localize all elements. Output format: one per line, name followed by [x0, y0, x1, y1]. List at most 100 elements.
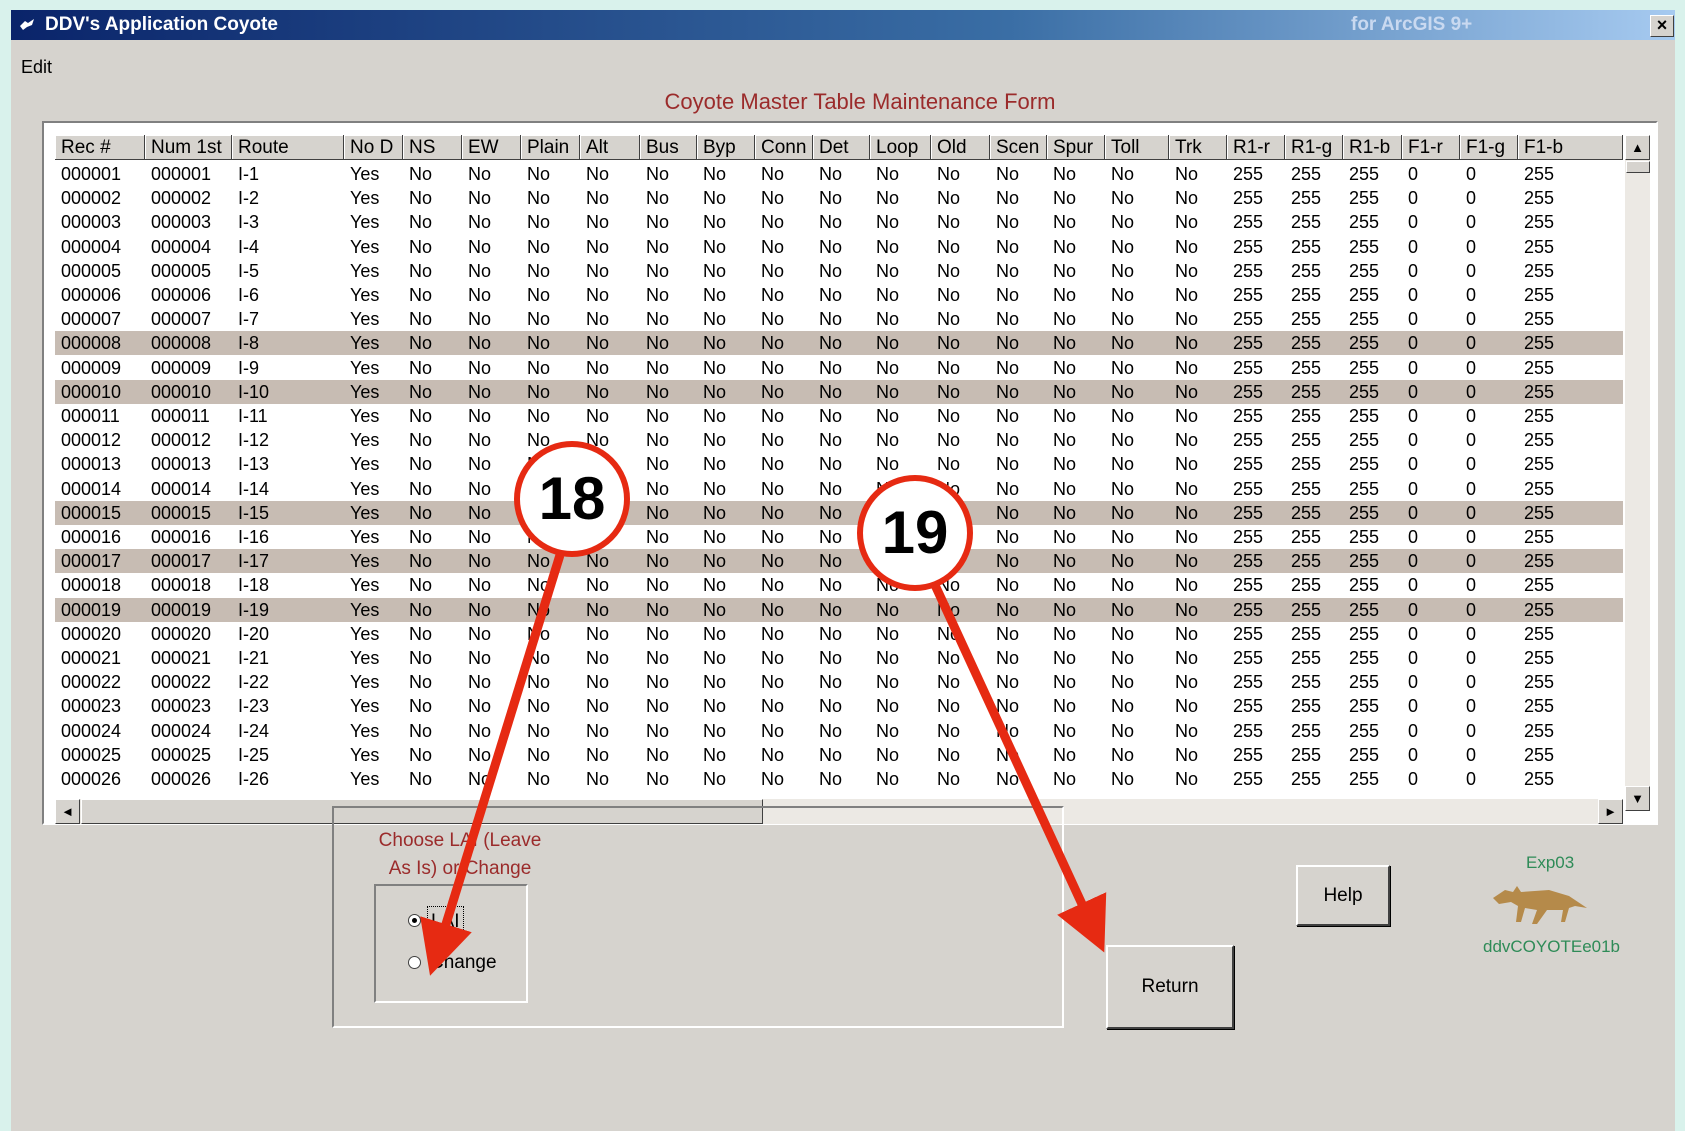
table-cell[interactable]: No — [813, 646, 842, 670]
table-cell[interactable]: No — [521, 356, 550, 380]
table-cell[interactable]: 255 — [1518, 452, 1554, 476]
table-cell[interactable]: No — [1047, 210, 1076, 234]
table-cell[interactable]: No — [640, 573, 669, 597]
table-cell[interactable]: 000016 — [55, 525, 121, 549]
table-cell[interactable]: No — [931, 210, 960, 234]
table-cell[interactable]: No — [813, 477, 842, 501]
table-cell[interactable]: No — [403, 162, 432, 186]
table-cell[interactable]: 255 — [1227, 525, 1263, 549]
table-cell[interactable]: 255 — [1343, 549, 1379, 573]
table-cell[interactable]: Yes — [344, 452, 379, 476]
table-cell[interactable]: 0 — [1460, 162, 1476, 186]
table-cell[interactable]: 255 — [1518, 501, 1554, 525]
table-row[interactable]: 000012 000012 I-12 Yes No No No No No No No No No No N… — [55, 428, 1623, 452]
table-cell[interactable]: 255 — [1285, 549, 1321, 573]
table-cell[interactable]: No — [1105, 549, 1134, 573]
table-cell[interactable]: No — [1169, 428, 1198, 452]
table-cell[interactable]: No — [640, 622, 669, 646]
table-cell[interactable]: No — [403, 573, 432, 597]
table-cell[interactable]: No — [403, 549, 432, 573]
table-cell[interactable]: No — [990, 598, 1019, 622]
table-cell[interactable]: No — [403, 767, 432, 791]
column-header[interactable]: Rec # — [55, 135, 145, 160]
table-cell[interactable]: 000014 — [145, 477, 211, 501]
table-cell[interactable]: 000005 — [55, 259, 121, 283]
table-cell[interactable]: Yes — [344, 525, 379, 549]
table-cell[interactable]: 0 — [1402, 477, 1418, 501]
table-cell[interactable]: No — [813, 670, 842, 694]
table-cell[interactable]: 255 — [1518, 525, 1554, 549]
table-cell[interactable]: No — [1105, 452, 1134, 476]
table-cell[interactable]: 255 — [1343, 356, 1379, 380]
scroll-right-button[interactable]: ► — [1598, 799, 1623, 824]
table-cell[interactable]: No — [640, 356, 669, 380]
table-cell[interactable]: No — [403, 477, 432, 501]
table-cell[interactable]: No — [462, 380, 491, 404]
table-cell[interactable]: 255 — [1285, 380, 1321, 404]
column-header[interactable]: Byp — [697, 135, 755, 160]
table-cell[interactable]: 255 — [1227, 186, 1263, 210]
table-cell[interactable]: No — [1047, 719, 1076, 743]
table-cell[interactable]: 0 — [1402, 525, 1418, 549]
table-cell[interactable]: 255 — [1518, 210, 1554, 234]
table-cell[interactable]: No — [403, 307, 432, 331]
table-cell[interactable]: 255 — [1285, 525, 1321, 549]
table-cell[interactable]: I-20 — [232, 622, 269, 646]
table-row[interactable]: 000006 000006 I-6 Yes No No No No No No No No No No No… — [55, 283, 1623, 307]
table-cell[interactable]: No — [931, 622, 960, 646]
table-cell[interactable]: No — [813, 404, 842, 428]
table-cell[interactable]: No — [1169, 525, 1198, 549]
table-cell[interactable]: 255 — [1227, 477, 1263, 501]
table-cell[interactable]: No — [1169, 380, 1198, 404]
table-cell[interactable]: No — [1047, 694, 1076, 718]
table-cell[interactable]: No — [580, 743, 609, 767]
table-cell[interactable]: 255 — [1343, 162, 1379, 186]
table-cell[interactable]: No — [1105, 598, 1134, 622]
table-cell[interactable]: Yes — [344, 356, 379, 380]
table-cell[interactable]: No — [403, 235, 432, 259]
table-cell[interactable]: 255 — [1285, 428, 1321, 452]
table-cell[interactable]: 255 — [1518, 162, 1554, 186]
table-cell[interactable]: No — [1169, 573, 1198, 597]
table-cell[interactable]: 255 — [1343, 525, 1379, 549]
table-cell[interactable]: 255 — [1518, 549, 1554, 573]
table-cell[interactable]: No — [813, 210, 842, 234]
column-header[interactable]: Scen — [990, 135, 1047, 160]
table-cell[interactable]: 000015 — [55, 501, 121, 525]
table-cell[interactable]: No — [1169, 283, 1198, 307]
table-cell[interactable]: No — [403, 719, 432, 743]
column-header[interactable]: Num 1st — [145, 135, 232, 160]
table-cell[interactable]: No — [990, 428, 1019, 452]
table-cell[interactable]: No — [1047, 743, 1076, 767]
table-cell[interactable]: 255 — [1518, 380, 1554, 404]
table-cell[interactable]: No — [580, 598, 609, 622]
table-cell[interactable]: 000007 — [55, 307, 121, 331]
table-cell[interactable]: No — [990, 380, 1019, 404]
table-cell[interactable]: No — [931, 404, 960, 428]
table-cell[interactable]: No — [990, 767, 1019, 791]
table-cell[interactable]: No — [1105, 743, 1134, 767]
table-cell[interactable]: 255 — [1227, 501, 1263, 525]
table-cell[interactable]: No — [521, 767, 550, 791]
table-cell[interactable]: 0 — [1402, 356, 1418, 380]
table-cell[interactable]: No — [1105, 331, 1134, 355]
column-header[interactable]: Conn — [755, 135, 813, 160]
table-cell[interactable]: No — [1105, 235, 1134, 259]
table-cell[interactable]: 000011 — [55, 404, 120, 428]
table-cell[interactable]: No — [931, 743, 960, 767]
table-cell[interactable]: 255 — [1285, 598, 1321, 622]
table-cell[interactable]: 255 — [1343, 452, 1379, 476]
table-cell[interactable]: No — [640, 477, 669, 501]
table-cell[interactable]: No — [462, 549, 491, 573]
table-cell[interactable]: No — [1105, 210, 1134, 234]
table-cell[interactable]: No — [580, 331, 609, 355]
table-cell[interactable]: 255 — [1227, 162, 1263, 186]
table-cell[interactable]: 0 — [1402, 501, 1418, 525]
table-cell[interactable]: I-2 — [232, 186, 259, 210]
table-cell[interactable]: 0 — [1460, 622, 1476, 646]
table-row[interactable]: 000015000015I-15YesNoNoNoNoNoNoNoNoNoNoN… — [55, 500, 1623, 525]
table-cell[interactable]: 255 — [1343, 767, 1379, 791]
table-cell[interactable]: No — [403, 356, 432, 380]
table-cell[interactable]: Yes — [344, 307, 379, 331]
table-cell[interactable]: No — [990, 404, 1019, 428]
